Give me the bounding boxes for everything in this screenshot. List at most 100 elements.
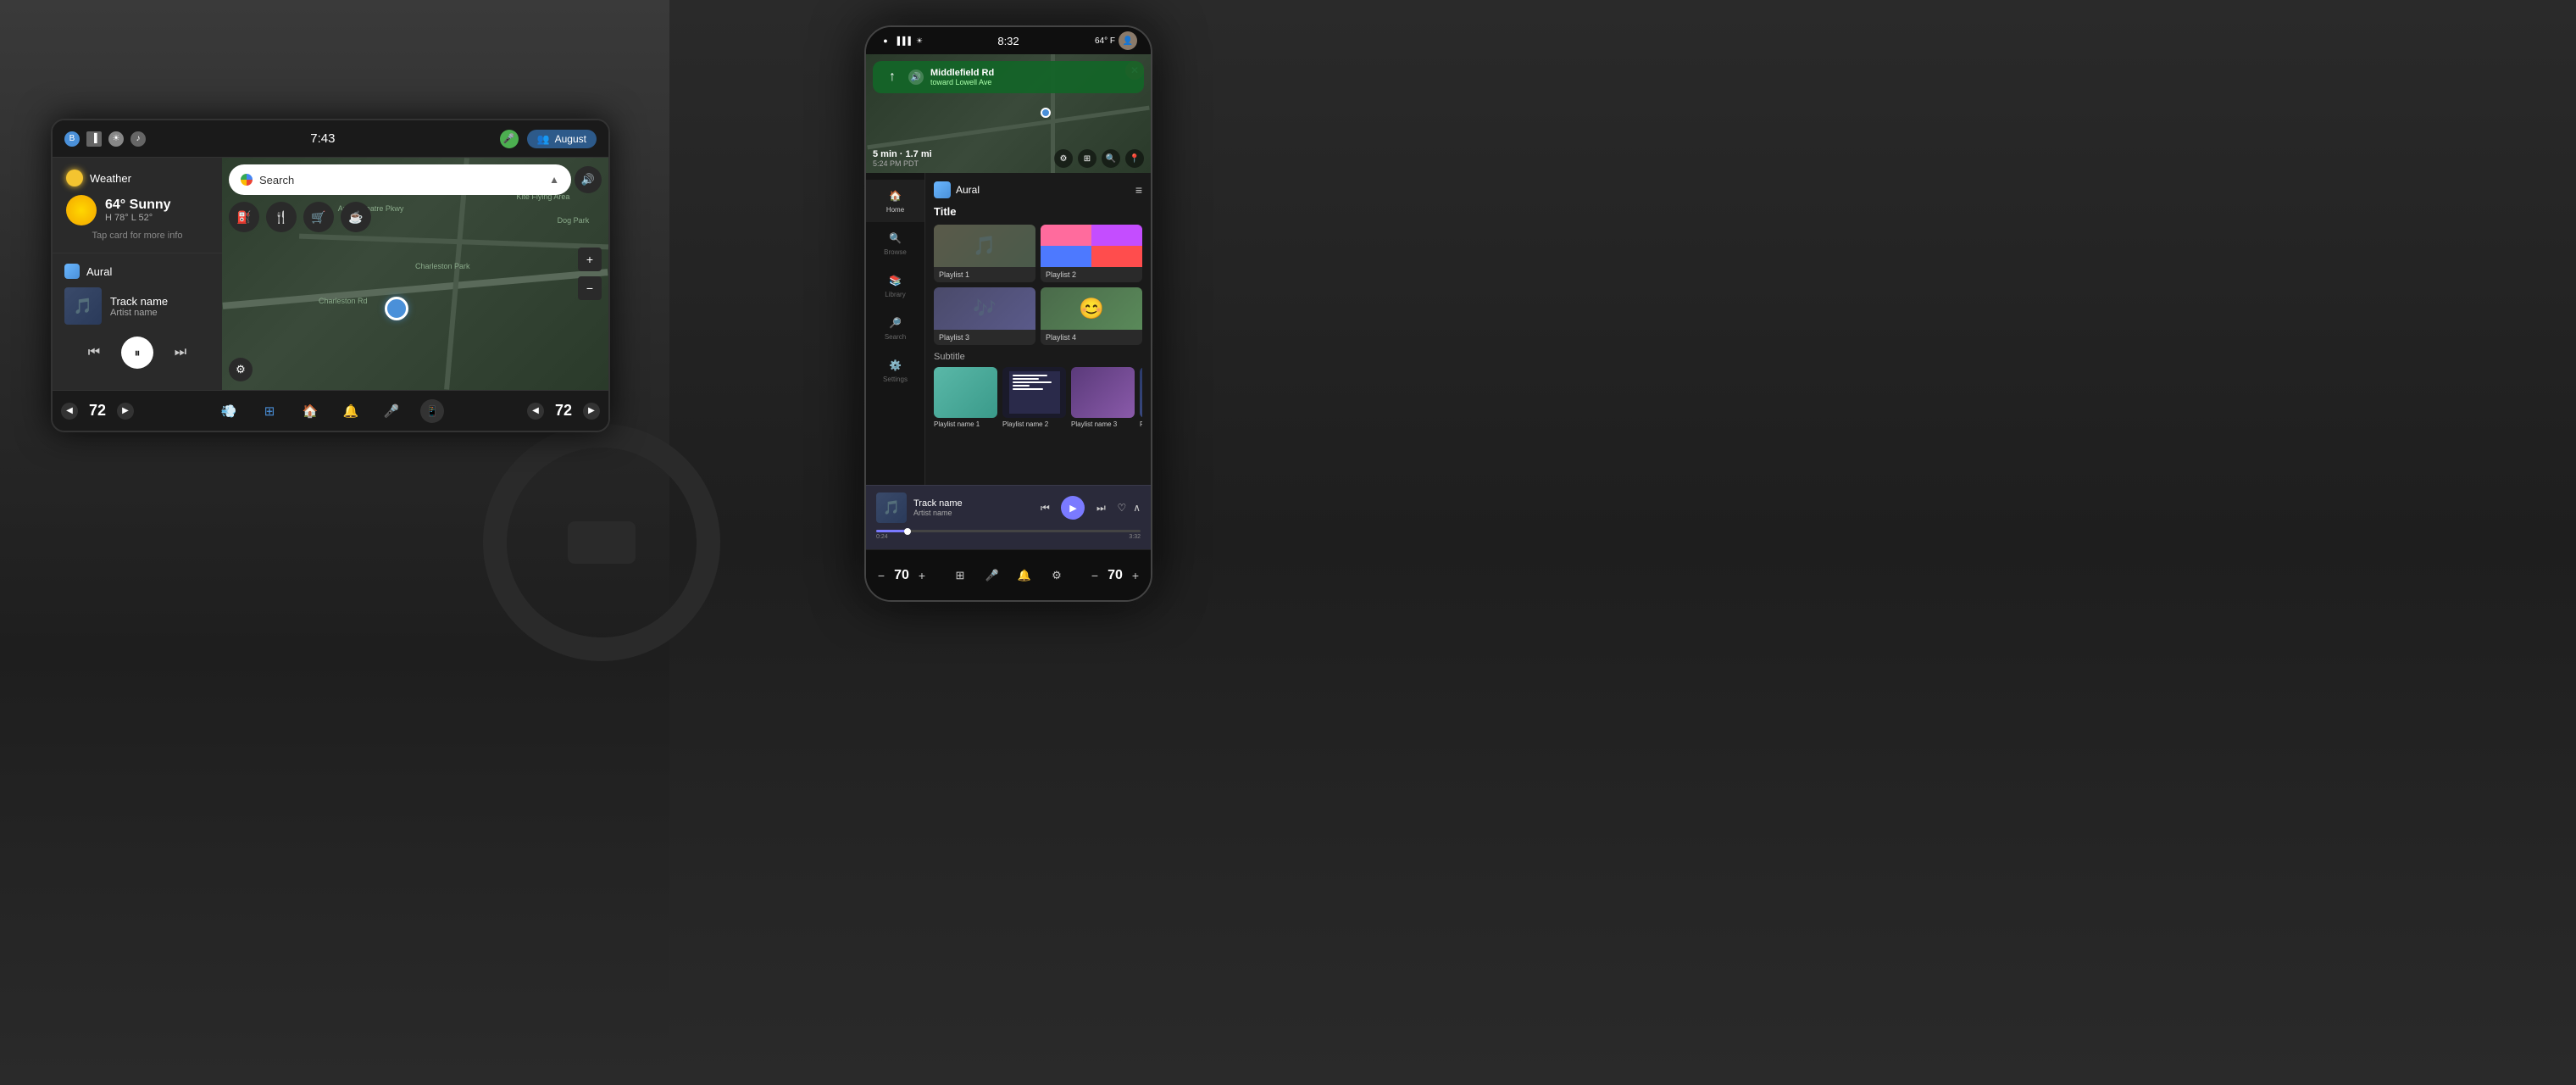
phone-np-info: Track name Artist name — [913, 498, 1029, 517]
nav-eta-sub: 5:24 PM PDT — [873, 159, 932, 168]
phone-nav-card[interactable]: ↑ 🔊 Middlefield Rd toward Lowell Ave ✕ 5… — [866, 54, 1151, 173]
aa-pause-button[interactable]: ⏸ — [121, 337, 153, 369]
aa-map-fuel-icon[interactable]: ⛽ — [229, 202, 259, 232]
sidebar-item-settings[interactable]: ⚙️ Settings — [866, 349, 924, 392]
map-zoom-out[interactable]: − — [578, 276, 602, 300]
phone-bottom-grid-icon[interactable]: ⊞ — [950, 565, 970, 586]
phone-bottom-mic-icon[interactable]: 🎤 — [982, 565, 1002, 586]
phone-now-playing[interactable]: 🎵 Track name Artist name ⏮ ▶ ⏭ ♡ ∧ — [866, 485, 1151, 549]
phone-temp-decrease-left[interactable]: − — [874, 569, 888, 582]
aa-map-food-icon[interactable]: 🍴 — [266, 202, 297, 232]
phone-np-progress-container[interactable]: 0:24 3:32 — [876, 528, 1141, 540]
phone-nav-eta: 5 min · 1.7 mi 5:24 PM PDT — [873, 149, 932, 168]
phone-subtitle-items: Playlist name 1 Playlist — [934, 367, 1142, 429]
aa-weather-tap-hint: Tap card for more info — [66, 231, 208, 241]
aa-nav-phone[interactable]: 📱 — [420, 399, 444, 423]
aa-weather-card[interactable]: Weather 64° Sunny H 78° L 52° Tap card f… — [53, 158, 222, 253]
phone-nav-direction-card: ↑ 🔊 Middlefield Rd toward Lowell Ave — [873, 61, 1144, 93]
playlist-item-3[interactable]: 🎶 Playlist 3 — [934, 287, 1035, 345]
aa-search-text: Search — [259, 174, 542, 186]
aa-sidebar: Weather 64° Sunny H 78° L 52° Tap card f… — [53, 158, 222, 390]
phone-wifi-icon: ● — [880, 35, 891, 47]
phone-nav-layers-icon[interactable]: ⊞ — [1078, 149, 1096, 168]
phone-bottom-bell-icon[interactable]: 🔔 — [1014, 565, 1035, 586]
nav-eta-time: 5 min · 1.7 mi — [873, 149, 932, 159]
subtitle-item-2[interactable]: Playlist name 2 — [1002, 367, 1066, 429]
phone-aural-logo-icon — [934, 181, 951, 198]
sidebar-item-browse[interactable]: 🔍 Browse — [866, 222, 924, 264]
aa-nav-mic[interactable]: 🎤 — [380, 399, 403, 423]
sidebar-item-library[interactable]: 📚 Library — [866, 264, 924, 307]
subtitle-item-4[interactable]: Playlist name 4 — [1140, 367, 1142, 429]
phone-np-expand[interactable]: ∧ — [1133, 502, 1141, 514]
phone-np-heart[interactable]: ♡ — [1117, 502, 1126, 514]
phone-queue-icon[interactable]: ≡ — [1135, 183, 1142, 197]
temp-decrease-left[interactable]: ◀ — [61, 403, 78, 420]
left-panel: B ▐ ☀ ♪ 7:43 🎤 👥 August — [0, 0, 669, 1085]
aa-music-card[interactable]: Aural 🎵 Track name Artist name ⏮ ⏸ ⏭ — [53, 253, 222, 390]
subtitle-label-2: Playlist name 2 — [1002, 420, 1066, 429]
temp-increase-left[interactable]: ▶ — [117, 403, 134, 420]
subtitle-item-3[interactable]: Playlist name 3 — [1071, 367, 1135, 429]
aa-search-bar[interactable]: Search ▲ — [229, 164, 571, 195]
volume-icon: ♪ — [130, 131, 146, 147]
phone-bottom-settings-icon[interactable]: ⚙ — [1046, 565, 1067, 586]
sidebar-item-home[interactable]: 🏠 Home — [866, 180, 924, 222]
search-collapse-icon[interactable]: ▲ — [549, 174, 559, 186]
aa-artist-name: Artist name — [110, 308, 168, 318]
aa-weather-header: Weather — [66, 170, 208, 186]
aa-map-cart-icon[interactable]: 🛒 — [303, 202, 334, 232]
nav-up-arrow-icon: ↑ — [883, 68, 902, 86]
aa-weather-temp: 64° Sunny — [105, 198, 171, 213]
temp-increase-right[interactable]: ▶ — [583, 403, 600, 420]
phone-np-next[interactable]: ⏭ — [1091, 498, 1110, 517]
phone-bottom-icons: ⊞ 🎤 🔔 ⚙ — [934, 565, 1083, 586]
aa-playback-controls: ⏮ ⏸ ⏭ — [64, 337, 210, 369]
phone-np-play[interactable]: ▶ — [1061, 496, 1085, 520]
playlist-item-2[interactable]: Playlist 2 — [1041, 225, 1142, 282]
aa-map[interactable]: Amphitheatre Pkwy Charleston Rd Kite Fly… — [222, 158, 608, 390]
aa-nav-home[interactable]: ⊞ — [258, 399, 281, 423]
playlist-item-1[interactable]: 🎵 Playlist 1 — [934, 225, 1035, 282]
aa-user-button[interactable]: 👥 August — [527, 130, 597, 148]
phone-temp-increase-left[interactable]: + — [915, 569, 929, 582]
aa-status-icons-left: B ▐ ☀ ♪ — [64, 131, 146, 147]
aa-nav-bell[interactable]: 🔔 — [339, 399, 363, 423]
aa-mic-icon: 🎤 — [500, 130, 519, 148]
phone-status-bar: ● ▐▐▐ ☀ 8:32 64° F 👤 — [866, 27, 1151, 54]
aa-prev-button[interactable]: ⏮ — [82, 341, 106, 364]
temp-decrease-right[interactable]: ◀ — [527, 403, 544, 420]
map-zoom-in[interactable]: + — [578, 248, 602, 271]
aa-nav-home2[interactable]: 🏠 — [298, 399, 322, 423]
aa-bottom-nav: ◀ 72 ▶ 💨 ⊞ 🏠 🔔 🎤 📱 ◀ 72 ▶ — [53, 390, 608, 431]
subtitle-label-3: Playlist name 3 — [1071, 420, 1135, 429]
playlist-label-4: Playlist 4 — [1041, 330, 1142, 345]
phone-temp-decrease-right[interactable]: − — [1088, 569, 1102, 582]
aa-map-coffee-icon[interactable]: ☕ — [341, 202, 371, 232]
subtitle-label-1: Playlist name 1 — [934, 420, 997, 429]
phone-np-prev[interactable]: ⏮ — [1035, 498, 1054, 517]
aa-nav-fan[interactable]: 💨 — [217, 399, 241, 423]
phone-nav-settings-icon[interactable]: ⚙ — [1054, 149, 1073, 168]
phone-bottom-bar: − 70 + ⊞ 🎤 🔔 ⚙ − 70 + — [866, 549, 1151, 600]
weather-sun-graphic — [66, 195, 97, 225]
phone-np-progress-bar[interactable] — [876, 530, 1141, 532]
aa-user-label: August — [555, 133, 586, 145]
nav-speaker-icon[interactable]: 🔊 — [908, 70, 924, 85]
aa-map-settings[interactable]: ⚙ — [229, 358, 253, 381]
aa-map-volume[interactable]: 🔊 — [575, 166, 602, 193]
phone-nav-search-icon[interactable]: 🔍 — [1102, 149, 1120, 168]
right-panel: ● ▐▐▐ ☀ 8:32 64° F 👤 ↑ 🔊 Middlefield Rd — [669, 0, 2576, 1085]
subtitle-item-1[interactable]: Playlist name 1 — [934, 367, 997, 429]
aa-next-button[interactable]: ⏭ — [169, 341, 192, 364]
sidebar-item-search[interactable]: 🔎 Search — [866, 307, 924, 349]
phone-nav-pin-icon[interactable]: 📍 — [1125, 149, 1144, 168]
aa-temp-right: ◀ 72 ▶ — [524, 402, 600, 420]
phone-brightness-icon: ☀ — [913, 35, 925, 47]
phone-temp-increase-right[interactable]: + — [1129, 569, 1142, 582]
phone-aural-left: Aural — [934, 181, 980, 198]
map-label-charlestonpark: Charleston Park — [415, 262, 470, 270]
phone-section-subtitle: Subtitle — [934, 352, 1142, 362]
playlist-label-3: Playlist 3 — [934, 330, 1035, 345]
playlist-item-4[interactable]: 😊 Playlist 4 — [1041, 287, 1142, 345]
